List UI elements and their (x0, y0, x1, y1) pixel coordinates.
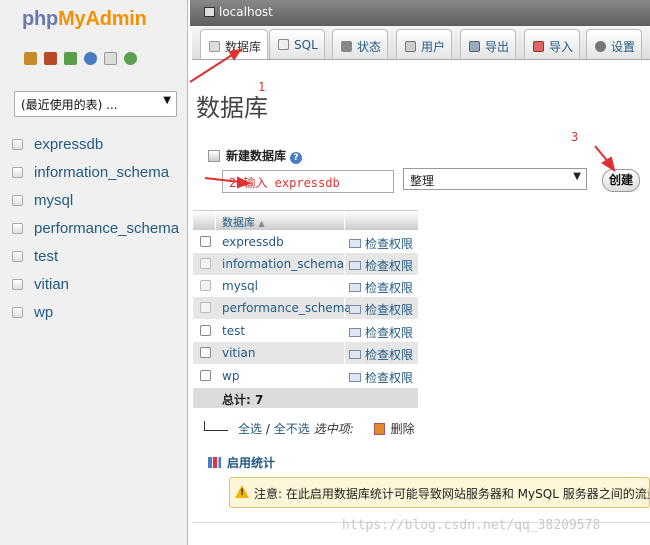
navigation-sidebar: phpMyAdmin (最近使用的表) ... ▼ expressdb info… (0, 0, 188, 545)
row-checkbox[interactable] (200, 258, 211, 269)
chevron-down-icon: ▼ (573, 171, 581, 182)
privileges-icon (349, 261, 361, 270)
tab-sql[interactable]: SQL (269, 29, 325, 59)
annotation-number-3: 3 (571, 130, 579, 144)
check-privileges-link[interactable]: 检查权限 (349, 235, 413, 252)
arrow-3 (594, 145, 610, 164)
create-button[interactable]: 创建 (602, 169, 640, 192)
sidebar-db-item[interactable]: expressdb (12, 130, 179, 158)
privileges-icon (349, 373, 361, 382)
tab-settings[interactable]: 设置 (586, 29, 643, 59)
annotation-number-1: 1 (258, 80, 266, 94)
table-row: mysql 检查权限 (193, 275, 418, 297)
import-icon (533, 41, 544, 52)
database-icon (12, 278, 23, 290)
check-privileges-link[interactable]: 检查权限 (349, 369, 413, 386)
check-privileges-link[interactable]: 检查权限 (349, 279, 413, 296)
select-all-link[interactable]: 全选 (238, 422, 262, 436)
database-icon (209, 41, 220, 52)
watermark-text: https://blog.csdn.net/qq_38209578 (342, 518, 601, 533)
select-none-link[interactable]: 全不选 (274, 422, 310, 436)
privileges-icon (349, 239, 361, 248)
sidebar-db-item[interactable]: vitian (12, 270, 179, 298)
row-checkbox[interactable] (200, 302, 211, 313)
database-icon (12, 194, 23, 206)
sort-asc-icon: ▲ (258, 219, 265, 228)
privileges-icon (349, 305, 361, 314)
sidebar-db-item[interactable]: performance_schema (12, 214, 179, 242)
database-icon (12, 138, 23, 150)
database-name-input[interactable]: 2 输入 expressdb (222, 170, 394, 193)
sql-icon (278, 39, 289, 50)
tab-databases[interactable]: 数据库 (200, 29, 269, 59)
sidebar-db-item[interactable]: mysql (12, 186, 179, 214)
database-icon (12, 306, 23, 318)
chevron-down-icon: ▼ (163, 95, 171, 106)
wrench-icon (595, 41, 606, 52)
new-database-icon (208, 150, 220, 162)
statistics-notice: ! 注意: 在此启用数据库统计可能导致网站服务器和 MySQL 服务器之间的流量 (229, 477, 650, 508)
bar-chart-icon (208, 457, 221, 468)
row-checkbox[interactable] (200, 347, 211, 358)
column-header-database[interactable]: 数据库 ▲ (222, 214, 265, 230)
row-checkbox[interactable] (200, 280, 211, 291)
docs-icon[interactable] (104, 52, 117, 65)
exit-icon[interactable] (64, 52, 77, 65)
help-icon[interactable] (84, 52, 97, 65)
row-checkbox[interactable] (200, 325, 211, 336)
sidebar-db-item[interactable]: wp (12, 298, 179, 326)
check-privileges-link[interactable]: 检查权限 (349, 346, 413, 363)
create-database-heading: 新建数据库? (208, 147, 303, 164)
table-row: wp 检查权限 (193, 365, 418, 387)
table-header: 数据库 ▲ (193, 210, 418, 231)
settings-icon[interactable] (124, 52, 137, 65)
users-icon (405, 41, 416, 52)
collation-select[interactable]: 整理 ▼ (403, 168, 587, 190)
bulk-actions: 全选 / 全不选 选中项: 删除 (204, 420, 415, 437)
enable-statistics-link[interactable]: 启用统计 (208, 454, 275, 471)
arrow-left-icon (204, 421, 228, 431)
home-icon[interactable] (24, 52, 37, 65)
phpmyadmin-logo[interactable]: phpMyAdmin (22, 8, 147, 31)
privileges-icon (349, 328, 361, 337)
tab-import[interactable]: 导入 (524, 29, 581, 59)
sidebar-db-item[interactable]: information_schema (12, 158, 179, 186)
export-icon (469, 41, 480, 52)
tab-export[interactable]: 导出 (460, 29, 517, 59)
database-tree: expressdb information_schema mysql perfo… (12, 130, 179, 326)
database-icon (12, 250, 23, 262)
check-privileges-link[interactable]: 检查权限 (349, 301, 413, 318)
table-row: expressdb 检查权限 (193, 231, 418, 253)
quick-links (24, 52, 137, 65)
recent-tables-select[interactable]: (最近使用的表) ... ▼ (14, 91, 177, 117)
delete-icon (373, 423, 385, 435)
tab-status[interactable]: 状态 (332, 29, 389, 59)
privileges-icon (349, 350, 361, 359)
database-icon[interactable] (44, 52, 57, 65)
help-icon[interactable]: ? (290, 152, 303, 164)
check-privileges-link[interactable]: 检查权限 (349, 324, 413, 341)
column-divider (344, 211, 345, 231)
column-divider (215, 211, 216, 231)
table-row: test 检查权限 (193, 320, 418, 342)
sidebar-db-item[interactable]: test (12, 242, 179, 270)
server-breadcrumb[interactable]: localhost (190, 0, 650, 26)
check-privileges-link[interactable]: 检查权限 (349, 257, 413, 274)
table-total-row: 总计: 7 (193, 388, 418, 408)
database-icon (12, 166, 23, 178)
privileges-icon (349, 283, 361, 292)
drop-button[interactable]: 删除 (373, 422, 415, 436)
main-tabs: 数据库 SQL 状态 用户 导出 导入 设置 (192, 26, 650, 60)
database-icon (12, 222, 23, 234)
server-icon (204, 7, 215, 17)
table-row: information_schema 检查权限 (193, 253, 418, 275)
table-row: performance_schema 检查权限 (193, 297, 418, 319)
status-icon (341, 41, 352, 52)
row-checkbox[interactable] (200, 236, 211, 247)
table-row: vitian 检查权限 (193, 342, 418, 364)
row-checkbox[interactable] (200, 370, 211, 381)
tab-users[interactable]: 用户 (396, 29, 453, 59)
